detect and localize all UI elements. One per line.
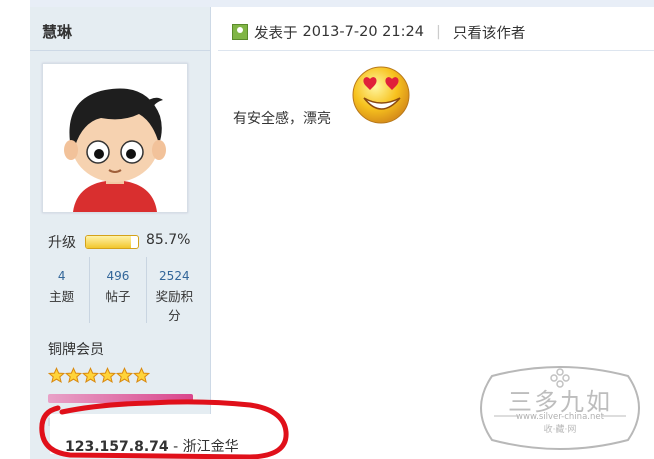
only-author-link[interactable]: 只看该作者 [453,22,526,43]
post-header: 发表于 2013-7-20 21:24 | 只看该作者 [232,22,525,42]
ip-address: 123.157.8.74 [65,439,169,455]
stat-value[interactable]: 496 [90,269,145,283]
online-status-icon [232,24,248,40]
star-icon [116,367,133,384]
rank-stars [48,367,150,384]
star-icon [48,367,65,384]
avatar[interactable] [42,63,188,213]
credit-bar [48,394,193,403]
header-separator: | [435,24,441,40]
posted-prefix: 发表于 [254,25,298,42]
stat-posts[interactable]: 496 帖子 [89,257,145,323]
top-bar [30,0,654,7]
header-divider [218,50,654,51]
stat-label: 奖励积分 [155,289,194,323]
divider [30,50,210,51]
stat-value[interactable]: 2524 [147,269,202,283]
author-sidebar: 慧琳 升级 85.7% 4 主题 496 帖子 2524 奖励积分 铜牌会员 [30,7,211,459]
star-icon [65,367,82,384]
watermark-url: www.silver-china.net [516,412,605,422]
watermark-tagline: 收·藏·网 [544,423,577,435]
stat-label: 帖子 [105,289,131,304]
ip-location: 123.157.8.74 - 浙江金华 [65,436,239,456]
star-icon [99,367,116,384]
watermark-logo: 三多九如 www.silver-china.net 收·藏·网 [480,366,640,450]
ip-location-box: 123.157.8.74 - 浙江金华 [50,414,267,456]
ip-city: 浙江金华 [182,439,239,455]
post-datetime: 2013-7-20 21:24 [302,24,424,40]
stat-label: 主题 [49,289,75,304]
avatar-image [43,64,187,212]
star-icon [82,367,99,384]
ip-separator: - [168,439,183,455]
love-smiley-icon [352,66,410,124]
stat-threads[interactable]: 4 主题 [34,257,89,323]
progress-fill [86,236,131,248]
star-icon [133,367,150,384]
credit-track [193,394,197,403]
member-rank: 铜牌会员 [48,342,104,358]
stat-value[interactable]: 4 [34,269,89,283]
progress-value: 85.7% [146,232,191,248]
username-link[interactable]: 慧琳 [42,21,72,42]
upgrade-progress-bar [85,235,139,249]
stat-credits[interactable]: 2524 奖励积分 [145,257,202,323]
post-content: 有安全感，漂亮 [233,111,331,127]
progress-label: 升级 [48,235,76,251]
user-stats: 4 主题 496 帖子 2524 奖励积分 [34,257,202,323]
